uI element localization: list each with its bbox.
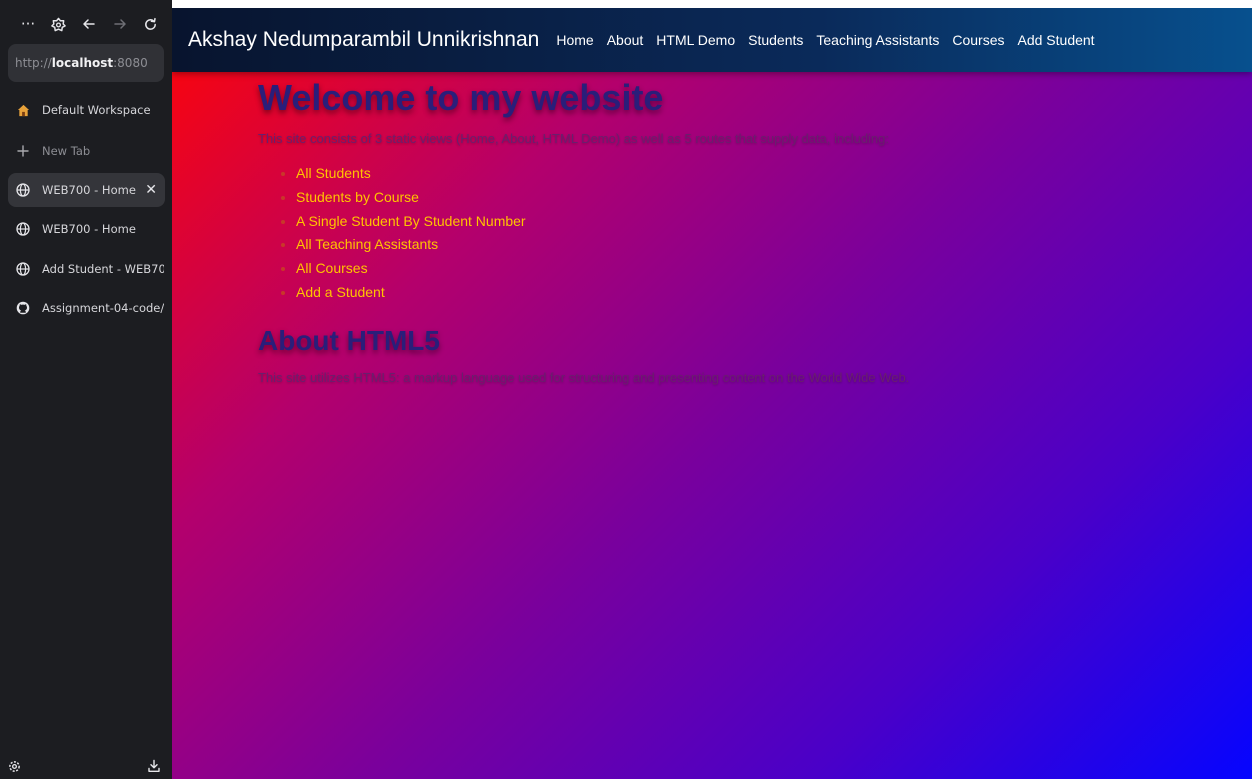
site-brand[interactable]: Akshay Nedumparambil Unnikrishnan: [188, 28, 539, 52]
house-icon: [14, 104, 32, 117]
globe-icon: [14, 262, 32, 276]
main-content: Welcome to my website This site consists…: [258, 72, 1238, 387]
tab-github-assignment[interactable]: Assignment-04-code/: [14, 291, 164, 325]
more-options-icon[interactable]: ···: [20, 16, 36, 32]
settings-icon[interactable]: [6, 758, 22, 774]
workspace-label: Default Workspace: [42, 103, 151, 117]
page-title: Welcome to my website: [258, 77, 664, 118]
list-item: A Single Student By Student Number: [296, 210, 1238, 234]
globe-icon: [14, 183, 32, 197]
new-tab-label: New Tab: [42, 144, 91, 158]
link-all-courses[interactable]: All Courses: [296, 260, 368, 276]
list-item: All Students: [296, 162, 1238, 186]
link-all-students[interactable]: All Students: [296, 165, 371, 181]
route-links-list: All Students Students by Course A Single…: [258, 162, 1238, 305]
link-single-student[interactable]: A Single Student By Student Number: [296, 213, 526, 229]
reload-icon[interactable]: [142, 17, 158, 32]
browser-window: ··· http://localhost:8080 Default Worksp…: [0, 0, 1252, 779]
tab-web700-home[interactable]: WEB700 - Home: [14, 212, 164, 246]
web-page: Akshay Nedumparambil Unnikrishnan Home A…: [172, 8, 1252, 779]
url-host: localhost: [51, 56, 114, 70]
list-item: Add a Student: [296, 281, 1238, 305]
close-icon[interactable]: ✕: [145, 182, 157, 198]
back-arrow-icon[interactable]: [81, 17, 97, 31]
browser-toolbar: ···: [8, 10, 164, 38]
link-add-a-student[interactable]: Add a Student: [296, 284, 385, 300]
globe-icon: [14, 222, 32, 236]
nav-html-demo[interactable]: HTML Demo: [656, 32, 735, 48]
plus-icon: [14, 145, 32, 157]
browser-sidebar: ··· http://localhost:8080 Default Worksp…: [0, 0, 172, 779]
list-item: All Teaching Assistants: [296, 233, 1238, 257]
nav-home[interactable]: Home: [556, 32, 593, 48]
tab-label: WEB700 - Home: [42, 222, 136, 236]
extensions-icon[interactable]: [51, 17, 67, 32]
site-navbar: Akshay Nedumparambil Unnikrishnan Home A…: [172, 8, 1252, 72]
link-students-by-course[interactable]: Students by Course: [296, 189, 419, 205]
tab-add-student[interactable]: Add Student - WEB700: [14, 252, 164, 286]
nav-about[interactable]: About: [607, 32, 644, 48]
about-text: This site utilizes HTML5: a markup langu…: [258, 369, 910, 385]
list-item: Students by Course: [296, 186, 1238, 210]
about-heading: About HTML5: [258, 324, 440, 356]
downloads-icon[interactable]: [146, 758, 162, 774]
url-scheme: http://: [15, 56, 52, 70]
url-port: :8080: [113, 56, 148, 70]
workspace-switcher[interactable]: Default Workspace: [14, 93, 164, 127]
link-all-teaching-assistants[interactable]: All Teaching Assistants: [296, 236, 438, 252]
nav-courses[interactable]: Courses: [952, 32, 1004, 48]
list-item: All Courses: [296, 257, 1238, 281]
forward-arrow-icon[interactable]: [112, 17, 128, 31]
tab-label: Assignment-04-code/: [42, 301, 164, 315]
nav-teaching-assistants[interactable]: Teaching Assistants: [816, 32, 939, 48]
new-tab-button[interactable]: New Tab: [14, 134, 164, 168]
intro-text: This site consists of 3 static views (Ho…: [258, 131, 890, 146]
tab-label: WEB700 - Home: [42, 183, 136, 197]
address-bar[interactable]: http://localhost:8080: [8, 44, 164, 82]
tab-web700-home-active[interactable]: WEB700 - Home ✕: [8, 173, 165, 207]
github-icon: [14, 301, 32, 315]
nav-add-student[interactable]: Add Student: [1018, 32, 1095, 48]
nav-students[interactable]: Students: [748, 32, 803, 48]
tab-label: Add Student - WEB700: [42, 262, 164, 276]
